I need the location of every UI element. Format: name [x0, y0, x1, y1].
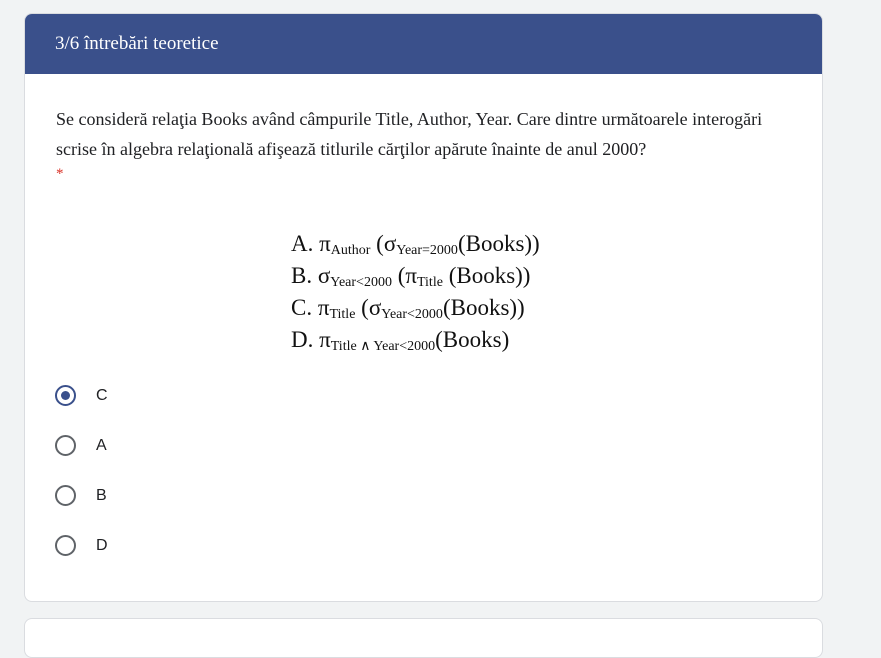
option-label: C: [96, 387, 108, 404]
formula-letter: B.: [291, 263, 313, 288]
option-label: A: [96, 437, 107, 454]
formula-relation: (Books): [435, 327, 510, 352]
formula-operator: (σ: [355, 295, 382, 320]
next-question-card: [24, 618, 823, 658]
radio-dot: [61, 391, 70, 400]
formula-subscript: Year<2000: [381, 307, 443, 322]
section-title: 3/6 întrebări teoretice: [55, 33, 219, 54]
formula-line-c: C. πTitle (σYear<2000(Books)): [291, 292, 525, 324]
formula-image: A. πAuthor (σYear=2000(Books)) B. σYear<…: [291, 228, 591, 358]
option-label: B: [96, 487, 107, 504]
radio-button[interactable]: [55, 485, 76, 506]
formula-relation: (Books)): [442, 263, 531, 288]
formula-relation: (Books)): [457, 231, 540, 256]
formula-subscript: Title ∧ Year<2000: [330, 339, 436, 354]
required-asterisk: *: [56, 166, 64, 182]
formula-line-d: D. πTitle ∧ Year<2000(Books): [291, 324, 509, 356]
formula-operator: π: [317, 295, 330, 320]
formula-letter: D.: [291, 327, 314, 352]
radio-button[interactable]: [55, 435, 76, 456]
formula-subscript: Year=2000: [396, 243, 458, 258]
formula-letter: C.: [291, 295, 313, 320]
radio-button-checked[interactable]: [55, 385, 76, 406]
formula-relation: (Books)): [442, 295, 525, 320]
question-text: Se consideră relaţia Books având câmpuri…: [56, 109, 763, 159]
formula-subscript: Title: [416, 275, 443, 290]
formula-operator: σ: [317, 263, 331, 288]
formula-subscript: Year<2000: [330, 275, 392, 290]
option-b[interactable]: B: [55, 484, 255, 514]
option-d[interactable]: D: [55, 534, 255, 564]
formula-letter: A.: [291, 231, 314, 256]
formula-operator: π: [319, 327, 331, 352]
formula-subscript: Author: [330, 243, 371, 258]
formula-operator: (π: [391, 263, 417, 288]
section-header: 3/6 întrebări teoretice: [25, 14, 822, 74]
formula-line-b: B. σYear<2000 (πTitle (Books)): [291, 260, 530, 292]
formula-line-a: A. πAuthor (σYear=2000(Books)): [291, 228, 540, 260]
option-a[interactable]: A: [55, 434, 255, 464]
radio-button[interactable]: [55, 535, 76, 556]
formula-operator: (σ: [370, 231, 397, 256]
option-c[interactable]: C: [55, 384, 255, 414]
formula-subscript: Title: [329, 307, 356, 322]
option-label: D: [96, 537, 108, 554]
question-card: 3/6 întrebări teoretice Se consideră rel…: [24, 13, 823, 602]
formula-operator: π: [319, 231, 331, 256]
